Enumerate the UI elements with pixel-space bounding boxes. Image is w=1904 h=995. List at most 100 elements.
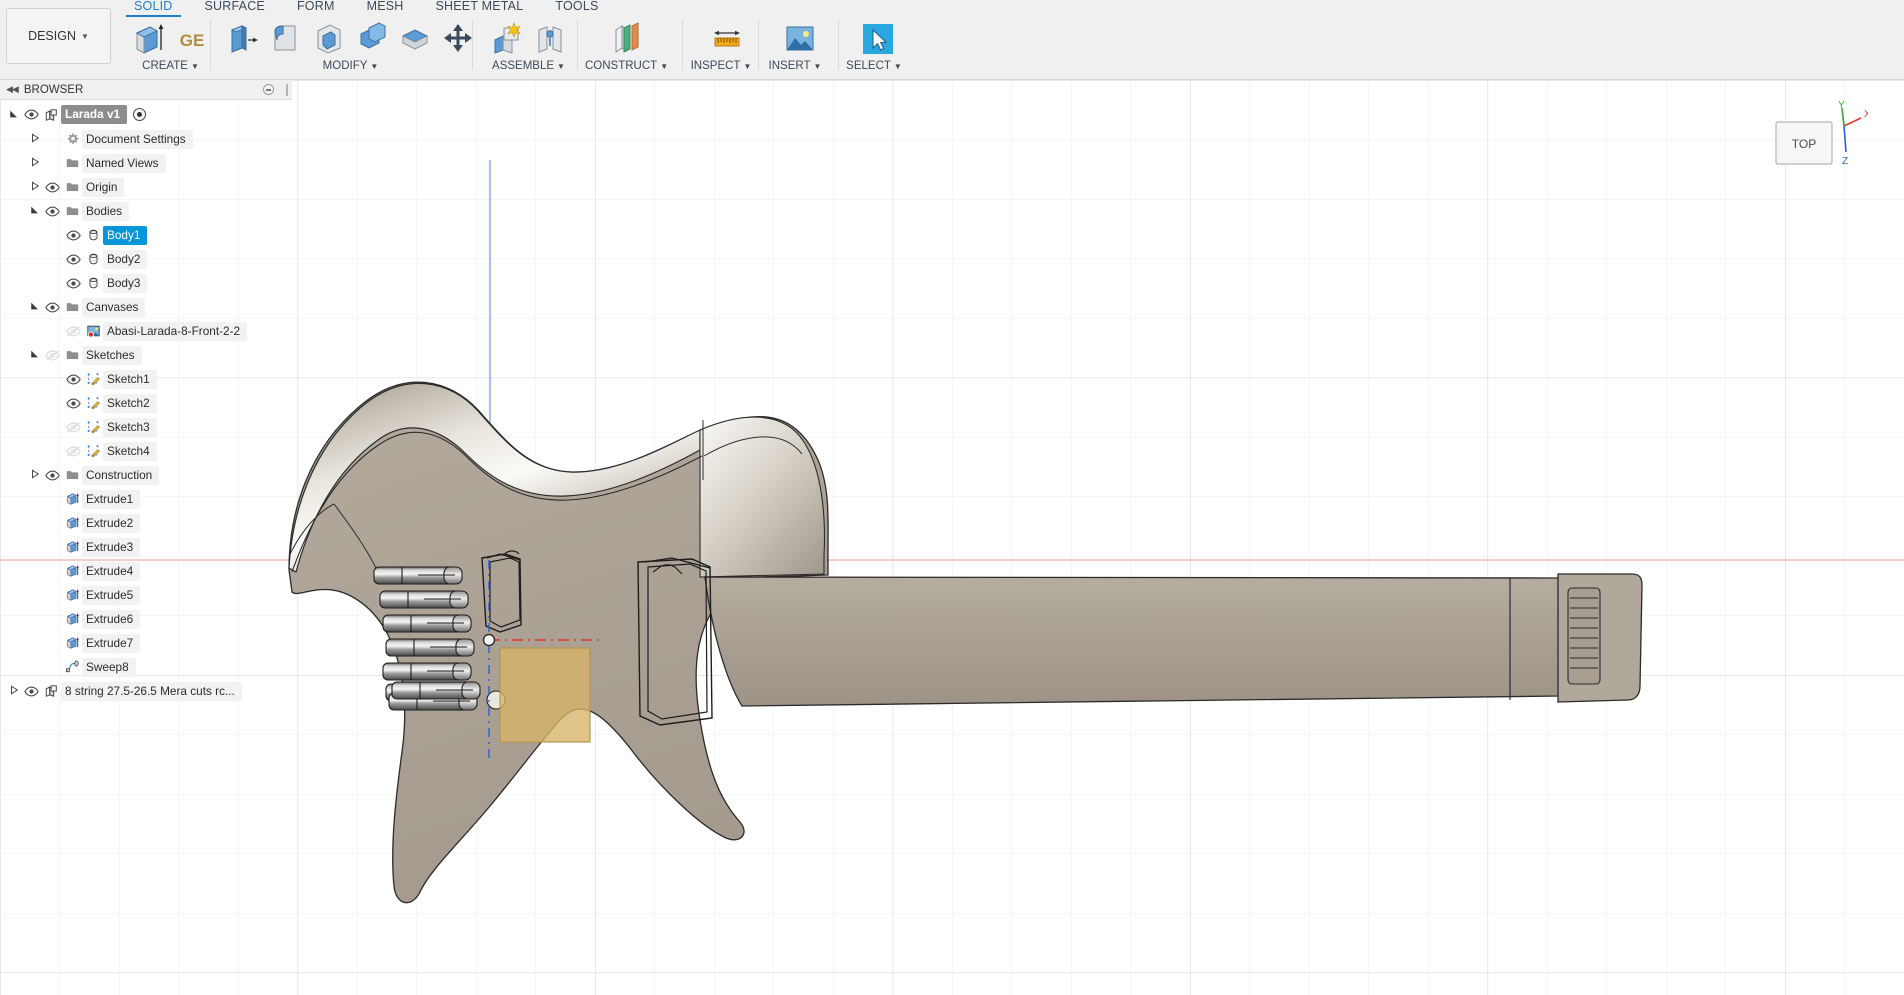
- browser-item-extrude3[interactable]: Extrude3: [0, 535, 292, 559]
- shell-icon[interactable]: [312, 20, 346, 56]
- visibility-off-icon[interactable]: [64, 422, 83, 433]
- browser-item-body3[interactable]: Body3: [0, 271, 292, 295]
- guitar-neck-group[interactable]: [704, 576, 1561, 707]
- collapse-panel-icon[interactable]: ◀◀: [0, 84, 24, 95]
- twist-closed-icon[interactable]: [27, 469, 43, 481]
- measure-icon[interactable]: [710, 20, 744, 56]
- joint-icon[interactable]: [533, 20, 567, 56]
- browser-item-origin[interactable]: Origin: [0, 175, 292, 199]
- browser-item-sketch4[interactable]: Sketch4: [0, 439, 292, 463]
- ribbon-group-inspect-label[interactable]: INSPECT ▼: [690, 60, 752, 72]
- visibility-on-icon[interactable]: [43, 206, 62, 217]
- browser-item-canvases[interactable]: Canvases: [0, 295, 292, 319]
- visibility-on-icon[interactable]: [22, 686, 41, 697]
- browser-item-label: Sketch4: [103, 441, 157, 461]
- browser-item-sketch3[interactable]: Sketch3: [0, 415, 292, 439]
- activate-component-radio[interactable]: [133, 108, 147, 121]
- browser-item-extrude4[interactable]: Extrude4: [0, 559, 292, 583]
- visibility-on-icon[interactable]: [43, 470, 62, 481]
- combine-icon[interactable]: [355, 20, 389, 56]
- visibility-on-icon[interactable]: [64, 374, 83, 385]
- browser-item-document-settings[interactable]: Document Settings: [0, 127, 292, 151]
- extrude-icon[interactable]: [132, 20, 166, 56]
- saddle-4[interactable]: [385, 638, 475, 657]
- visibility-on-icon[interactable]: [64, 398, 83, 409]
- twist-open-icon[interactable]: [27, 349, 43, 361]
- press-pull-icon[interactable]: [226, 20, 260, 56]
- browser-item-sketches[interactable]: Sketches: [0, 343, 292, 367]
- browser-item-8-string-27-5-26-5-mera-cuts-rc[interactable]: 8 string 27.5-26.5 Mera cuts rc...: [0, 679, 292, 703]
- visibility-off-icon[interactable]: [64, 446, 83, 457]
- visibility-on-icon[interactable]: [64, 230, 83, 241]
- modify-label: MODIFY: [322, 60, 368, 72]
- ribbon-tabstrip: SOLID SURFACE FORM MESH SHEET METAL TOOL…: [118, 0, 615, 17]
- ribbon-group-construct-label[interactable]: CONSTRUCT ▼: [585, 60, 668, 72]
- browser-item-extrude5[interactable]: Extrude5: [0, 583, 292, 607]
- move-copy-icon[interactable]: [441, 20, 475, 56]
- visibility-on-icon[interactable]: [43, 182, 62, 193]
- headstock-group[interactable]: [1557, 573, 1643, 703]
- visibility-on-icon[interactable]: [22, 109, 41, 120]
- browser-item-abasi-larada-8-front-2-2[interactable]: Abasi-Larada-8-Front-2-2: [0, 319, 292, 343]
- new-component-icon[interactable]: [490, 20, 524, 56]
- workspace-switcher-button[interactable]: DESIGN ▼: [6, 8, 111, 64]
- browser-item-label: Origin: [82, 177, 125, 197]
- browser-item-sketch2[interactable]: Sketch2: [0, 391, 292, 415]
- browser-item-bodies[interactable]: Bodies: [0, 199, 292, 223]
- insert-canvas-icon[interactable]: [782, 20, 816, 56]
- twist-closed-icon[interactable]: [27, 181, 43, 193]
- saddle-5[interactable]: [382, 662, 472, 681]
- visibility-on-icon[interactable]: [64, 278, 83, 289]
- panel-resize-handle[interactable]: [286, 84, 288, 96]
- ribbon-group-assemble-label[interactable]: ASSEMBLE ▼: [482, 60, 575, 72]
- tab-solid[interactable]: SOLID: [118, 0, 189, 17]
- browser-item-body2[interactable]: Body2: [0, 247, 292, 271]
- selected-sketch-face[interactable]: [499, 647, 591, 743]
- saddle-3[interactable]: [382, 614, 472, 633]
- twist-closed-icon[interactable]: [27, 133, 43, 145]
- ribbon-group-select-label[interactable]: SELECT ▼: [846, 60, 902, 72]
- construct-plane-icon[interactable]: [609, 20, 643, 56]
- tab-mesh[interactable]: MESH: [351, 0, 420, 13]
- browser-item-extrude1[interactable]: Extrude1: [0, 487, 292, 511]
- browser-item-larada-v1[interactable]: Larada v1: [0, 102, 292, 127]
- twist-open-icon[interactable]: [6, 109, 22, 121]
- neck[interactable]: [704, 576, 1561, 707]
- visibility-on-icon[interactable]: [64, 254, 83, 265]
- browser-item-construction[interactable]: Construction: [0, 463, 292, 487]
- twist-closed-icon[interactable]: [6, 685, 22, 697]
- ribbon-group-modify-label[interactable]: MODIFY ▼: [218, 60, 483, 72]
- tab-form[interactable]: FORM: [281, 0, 351, 13]
- tab-solid-label: SOLID: [134, 0, 173, 13]
- saddle-8[interactable]: [391, 681, 481, 700]
- browser-item-body1[interactable]: Body1: [0, 223, 292, 247]
- tab-tools[interactable]: TOOLS: [539, 0, 614, 13]
- fillet-icon[interactable]: [269, 20, 303, 56]
- browser-item-extrude7[interactable]: Extrude7: [0, 631, 292, 655]
- browser-item-sketch1[interactable]: Sketch1: [0, 367, 292, 391]
- twist-closed-icon[interactable]: [27, 157, 43, 169]
- browser-item-extrude6[interactable]: Extrude6: [0, 607, 292, 631]
- browser-options-icon[interactable]: [263, 84, 274, 95]
- visibility-on-icon[interactable]: [43, 302, 62, 313]
- twist-open-icon[interactable]: [27, 301, 43, 313]
- ribbon-group-create-label[interactable]: CREATE ▼: [124, 60, 217, 72]
- ribbon-group-insert-label[interactable]: INSERT ▼: [766, 60, 824, 72]
- browser-item-sweep8[interactable]: Sweep8: [0, 655, 292, 679]
- twist-open-icon[interactable]: [27, 205, 43, 217]
- tab-sheet-metal[interactable]: SHEET METAL: [420, 0, 540, 13]
- browser-tree[interactable]: Larada v1 Document Settings Named Views Ori…: [0, 102, 292, 703]
- view-cube[interactable]: TOP X Y Z: [1758, 100, 1868, 210]
- visibility-off-icon[interactable]: [64, 326, 83, 337]
- saddle-1[interactable]: [373, 566, 463, 585]
- chevron-down-icon: ▼: [190, 62, 199, 71]
- browser-item-extrude2[interactable]: Extrude2: [0, 511, 292, 535]
- split-face-icon[interactable]: [398, 20, 432, 56]
- generative-design-icon[interactable]: GE: [175, 20, 209, 56]
- visibility-off-icon[interactable]: [43, 350, 62, 361]
- select-cursor-icon[interactable]: [860, 20, 894, 56]
- tab-surface[interactable]: SURFACE: [189, 0, 281, 13]
- saddle-2[interactable]: [379, 590, 469, 609]
- browser-item-named-views[interactable]: Named Views: [0, 151, 292, 175]
- component-icon: [41, 684, 61, 698]
